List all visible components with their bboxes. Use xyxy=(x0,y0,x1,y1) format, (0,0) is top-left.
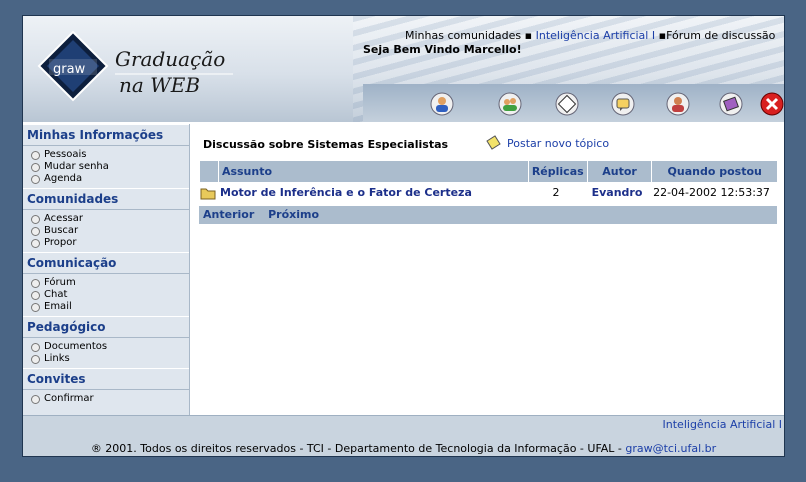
topics-table: Assunto Réplicas Autor Quando postou Mot… xyxy=(199,161,777,224)
header: graw Graduação na WEB Minhas comunidades… xyxy=(23,16,784,122)
next-link[interactable]: Próximo xyxy=(268,208,319,221)
breadcrumb-separator: ▪ xyxy=(524,29,533,42)
sidebar-item-label: Buscar xyxy=(44,225,79,236)
sidebar-item-label: Chat xyxy=(44,289,68,300)
user-info-icon[interactable] xyxy=(666,92,690,116)
bullet-icon xyxy=(31,394,40,404)
sidebar-item-label: Pessoais xyxy=(44,149,87,160)
bullet-icon xyxy=(31,342,40,352)
header-spacer xyxy=(199,161,218,182)
sidebar-item-label: Propor xyxy=(44,237,77,248)
sidebar-section-pedagogical: Pedagógico Documentos Links xyxy=(23,316,189,368)
app-window: graw Graduação na WEB Minhas comunidades… xyxy=(22,15,785,457)
sidebar-section-communities: Comunidades Acessar Buscar Propor xyxy=(23,188,189,252)
people-icon[interactable] xyxy=(498,92,522,116)
sidebar-section-invites: Convites Confirmar xyxy=(23,368,189,408)
sidebar-item-propor[interactable]: Propor xyxy=(31,237,189,249)
previous-link[interactable]: Anterior xyxy=(203,208,254,221)
post-new-topic-label: Postar novo tópico xyxy=(507,136,610,150)
sidebar-item-email[interactable]: Email xyxy=(31,301,189,313)
sidebar-section-title: Minhas Informações xyxy=(23,124,189,146)
bullet-icon xyxy=(31,354,40,364)
breadcrumb-community-link[interactable]: Inteligência Artificial I xyxy=(536,29,655,42)
breadcrumb-forum[interactable]: Fórum de discussão xyxy=(666,29,775,42)
sidebar-item-mudar-senha[interactable]: Mudar senha xyxy=(31,161,189,173)
bullet-icon xyxy=(31,278,40,288)
sidebar-item-pessoais[interactable]: Pessoais xyxy=(31,149,189,161)
sidebar-item-label: Documentos xyxy=(44,341,108,352)
sidebar-item-label: Confirmar xyxy=(44,393,94,404)
pagination: Anterior Próximo xyxy=(199,206,777,224)
sidebar-item-forum[interactable]: Fórum xyxy=(31,277,189,289)
sidebar-item-agenda[interactable]: Agenda xyxy=(31,173,189,185)
close-icon[interactable] xyxy=(760,92,784,116)
bullet-icon xyxy=(31,238,40,248)
note-icon xyxy=(486,135,501,150)
footer-community-link[interactable]: Inteligência Artificial I xyxy=(663,418,782,431)
sidebar-item-chat[interactable]: Chat xyxy=(31,289,189,301)
bullet-icon xyxy=(31,290,40,300)
bullet-icon xyxy=(31,226,40,236)
sidebar-item-acessar[interactable]: Acessar xyxy=(31,213,189,225)
sidebar-item-buscar[interactable]: Buscar xyxy=(31,225,189,237)
sidebar-section-title: Comunidades xyxy=(23,188,189,210)
book-icon[interactable] xyxy=(719,92,743,116)
table-row: Motor de Inferência e o Fator de Certeza… xyxy=(199,182,777,204)
footer-copyright: ® 2001. Todos os direitos reservados - T… xyxy=(23,442,784,455)
sidebar-section-title: Convites xyxy=(23,368,189,390)
logo-line2: na WEB xyxy=(119,73,200,97)
bullet-icon xyxy=(31,214,40,224)
topic-author-link[interactable]: Evandro xyxy=(585,182,649,204)
welcome-message: Seja Bem Vindo Marcello! xyxy=(363,43,522,56)
window-icon[interactable] xyxy=(555,92,579,116)
sidebar-section-title: Comunicação xyxy=(23,252,189,274)
sidebar: Minhas Informações Pessoais Mudar senha … xyxy=(23,124,190,415)
bullet-icon xyxy=(31,150,40,160)
bullet-icon xyxy=(31,302,40,312)
sidebar-item-label: Acessar xyxy=(44,213,83,224)
topic-posted-date: 22-04-2002 12:53:37 xyxy=(653,186,770,199)
table-header: Assunto Réplicas Autor Quando postou xyxy=(199,161,777,182)
sidebar-item-documentos[interactable]: Documentos xyxy=(31,341,189,353)
footer: Inteligência Artificial I ® 2001. Todos … xyxy=(23,415,784,456)
breadcrumb: Minhas comunidades ▪ Inteligência Artifi… xyxy=(405,29,775,42)
main-content: Discussão sobre Sistemas Especialistas P… xyxy=(193,124,784,415)
logo-line1: Graduação xyxy=(115,47,225,71)
bullet-icon xyxy=(31,174,40,184)
sidebar-item-label: Fórum xyxy=(44,277,76,288)
post-new-topic-link[interactable]: Postar novo tópico xyxy=(485,135,609,151)
page-title: Discussão sobre Sistemas Especialistas xyxy=(203,138,449,151)
topic-subject-link[interactable]: Motor de Inferência e o Fator de Certeza xyxy=(217,182,527,204)
breadcrumb-my-communities[interactable]: Minhas comunidades xyxy=(405,29,521,42)
column-header-replies: Réplicas xyxy=(527,161,587,182)
sidebar-item-label: Links xyxy=(44,353,70,364)
sidebar-item-confirmar[interactable]: Confirmar xyxy=(31,393,189,405)
copyright-text: ® 2001. Todos os direitos reservados - T… xyxy=(90,442,626,455)
sidebar-section-communication: Comunicação Fórum Chat Email xyxy=(23,252,189,316)
sidebar-item-label: Email xyxy=(44,301,72,312)
sidebar-section-info: Minhas Informações Pessoais Mudar senha … xyxy=(23,124,189,188)
column-header-posted: Quando postou xyxy=(651,161,777,182)
sidebar-section-title: Pedagógico xyxy=(23,316,189,338)
column-header-author: Autor xyxy=(586,161,652,182)
sidebar-item-links[interactable]: Links xyxy=(31,353,189,365)
column-header-subject: Assunto xyxy=(217,161,528,182)
user-profile-icon[interactable] xyxy=(430,92,454,116)
chat-icon[interactable] xyxy=(611,92,635,116)
folder-icon xyxy=(199,182,217,204)
logo: graw Graduação na WEB xyxy=(33,26,243,114)
breadcrumb-separator: ▪ xyxy=(658,29,667,42)
topic-replies: 2 xyxy=(552,186,560,199)
contact-email-link[interactable]: graw@tci.ufal.br xyxy=(625,442,716,455)
bullet-icon xyxy=(31,162,40,172)
logo-mark: graw xyxy=(53,62,86,77)
sidebar-item-label: Agenda xyxy=(44,173,83,184)
sidebar-item-label: Mudar senha xyxy=(44,161,109,172)
